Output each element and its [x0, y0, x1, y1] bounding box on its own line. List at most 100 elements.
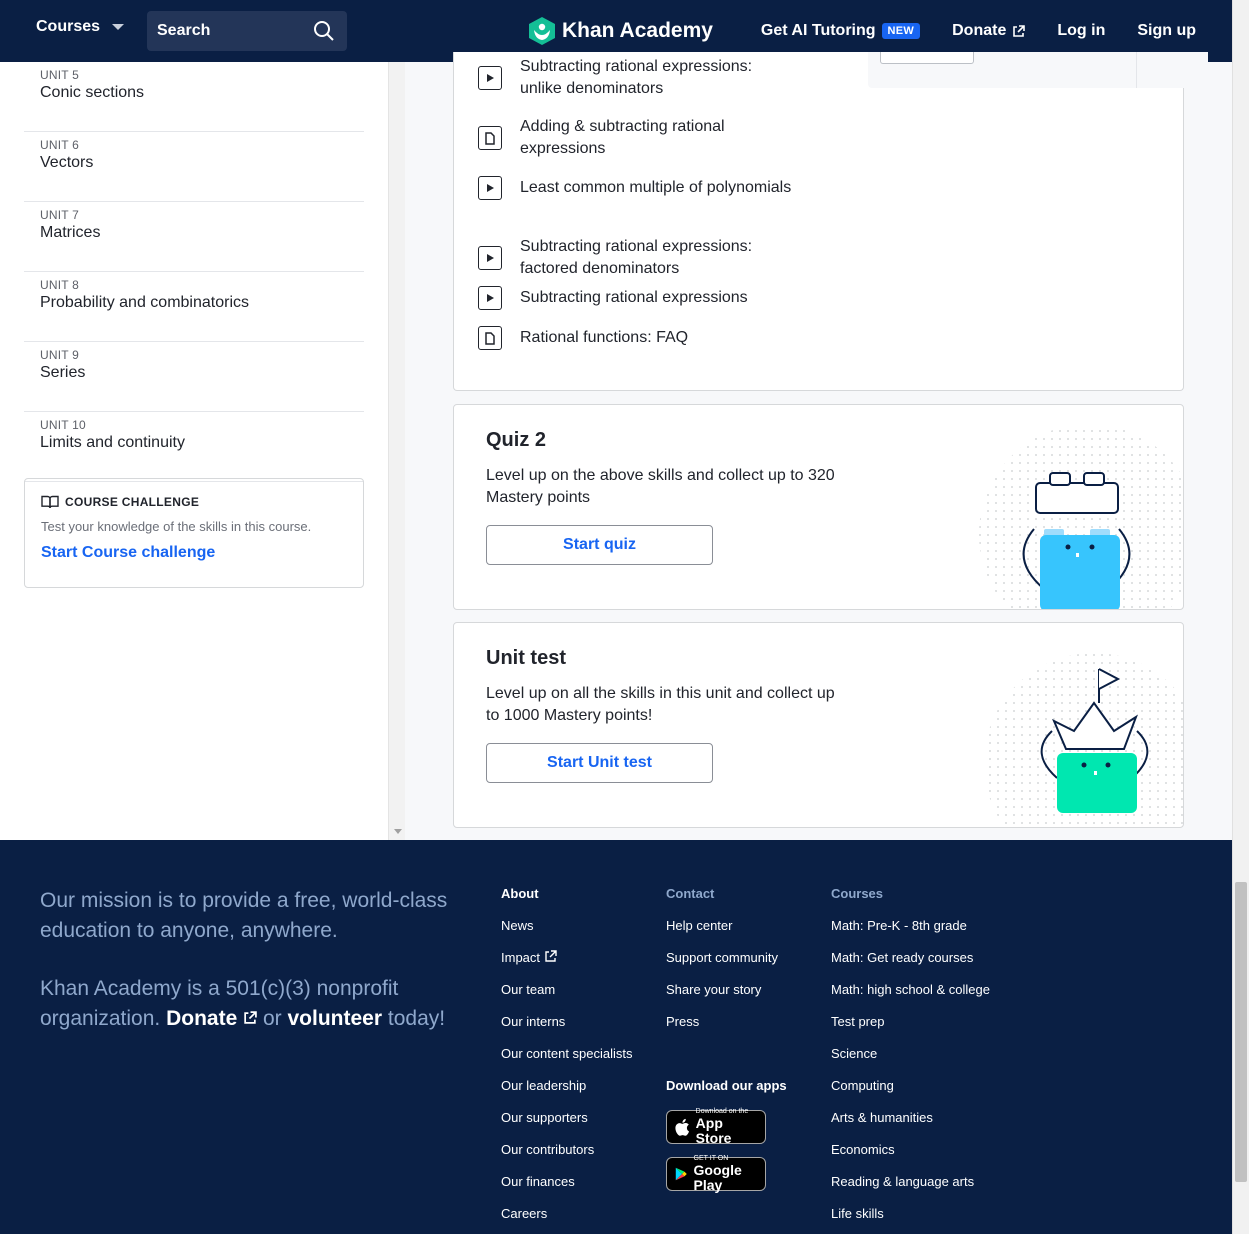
or-text: or — [262, 1007, 282, 1030]
lesson-item[interactable]: Rational functions: FAQ — [478, 326, 798, 350]
footer-donate-link[interactable]: Donate — [166, 1007, 263, 1030]
footer-link-support-community[interactable]: Support community — [666, 950, 787, 982]
ai-tutoring-link[interactable]: Get AI Tutoring NEW — [761, 22, 921, 40]
unit-label: UNIT 5 — [40, 68, 79, 82]
lesson-item[interactable]: Subtracting rational expressions — [478, 286, 798, 310]
unit-title: Matrices — [40, 224, 101, 241]
impact-text: Impact — [501, 950, 541, 965]
challenge-heading-text: COURSE CHALLENGE — [65, 495, 200, 509]
page-scrollbar[interactable] — [1232, 0, 1249, 1234]
page-scrollbar-thumb[interactable] — [1235, 882, 1247, 1182]
app-store-badge[interactable]: Download on the App Store — [666, 1108, 766, 1146]
footer-link-help-center[interactable]: Help center — [666, 918, 787, 950]
sidebar-scrollbar[interactable] — [388, 62, 405, 840]
sidebar-unit-10[interactable]: UNIT 10 Limits and continuity — [24, 412, 364, 482]
login-link[interactable]: Log in — [1057, 22, 1105, 40]
volunteer-link[interactable]: volunteer — [288, 1007, 383, 1030]
unit-label: UNIT 6 — [40, 138, 79, 152]
footer-link-science[interactable]: Science — [831, 1046, 990, 1078]
practice-button-partial[interactable] — [880, 52, 974, 64]
lesson-title: Rational functions: FAQ — [520, 329, 689, 346]
external-link-icon — [1013, 24, 1026, 37]
course-challenge-heading: COURSE CHALLENGE — [41, 495, 347, 509]
footer-link-content-specialists[interactable]: Our content specialists — [501, 1046, 633, 1078]
footer-link-contributors[interactable]: Our contributors — [501, 1142, 633, 1174]
app-store-big-text: App Store — [695, 1115, 732, 1146]
footer-link-press[interactable]: Press — [666, 1014, 787, 1046]
footer-link-news[interactable]: News — [501, 918, 633, 950]
footer-link-math-high-school[interactable]: Math: high school & college — [831, 982, 990, 1014]
sidebar-unit-8[interactable]: UNIT 8 Probability and combinatorics — [24, 272, 364, 342]
sidebar-unit-6[interactable]: UNIT 6 Vectors — [24, 132, 364, 202]
video-play-icon — [478, 66, 502, 90]
footer-link-computing[interactable]: Computing — [831, 1078, 990, 1110]
lesson-title: Least common multiple of polynomials — [520, 179, 792, 196]
courses-menu-button[interactable]: Courses — [36, 18, 125, 36]
unit-test-character-illustration — [984, 653, 1183, 827]
donate-label: Donate — [952, 22, 1007, 39]
external-link-icon — [244, 1011, 257, 1024]
lesson-title: Subtracting rational expressions: unlike… — [520, 58, 753, 97]
footer-link-share-story[interactable]: Share your story — [666, 982, 787, 1014]
video-play-icon — [478, 286, 502, 310]
quiz-character-illustration — [979, 429, 1183, 609]
scroll-down-arrow-icon[interactable] — [394, 829, 402, 834]
footer-contact-column: Contact Help center Support community Sh… — [666, 886, 787, 1204]
donate-text: Donate — [166, 1007, 238, 1030]
footer-link-our-team[interactable]: Our team — [501, 982, 633, 1014]
apple-icon — [675, 1118, 690, 1136]
unit-label: UNIT 9 — [40, 348, 79, 362]
khan-academy-logo[interactable]: Khan Academy — [528, 16, 713, 46]
lesson-title: Subtracting rational expressions: factor… — [520, 238, 753, 277]
footer-link-arts-humanities[interactable]: Arts & humanities — [831, 1110, 990, 1142]
footer-link-supporters[interactable]: Our supporters — [501, 1110, 633, 1142]
unit-test-description: Level up on all the skills in this unit … — [486, 685, 835, 724]
footer-about-column: About News Impact Our team Our interns O… — [501, 886, 633, 1234]
footer-link-our-interns[interactable]: Our interns — [501, 1014, 633, 1046]
footer-link-impact[interactable]: Impact — [501, 950, 633, 982]
new-badge: NEW — [881, 23, 921, 39]
footer-contact-heading: Contact — [666, 886, 715, 901]
lesson-item[interactable]: Least common multiple of polynomials — [478, 176, 798, 200]
unit-label: UNIT 8 — [40, 278, 79, 292]
sidebar-unit-7[interactable]: UNIT 7 Matrices — [24, 202, 364, 272]
unit-content: Subtracting rational expressions: unlike… — [405, 52, 1232, 840]
footer-link-economics[interactable]: Economics — [831, 1142, 990, 1174]
start-unit-test-button[interactable]: Start Unit test — [486, 743, 713, 783]
google-play-icon — [675, 1167, 687, 1181]
lesson-title: Subtracting rational expressions — [520, 289, 748, 306]
unit-title: Series — [40, 364, 86, 381]
search-icon[interactable] — [313, 20, 335, 42]
mission-statement: Our mission is to provide a free, world-… — [40, 889, 448, 942]
footer-link-reading-language[interactable]: Reading & language arts — [831, 1174, 990, 1206]
lesson-item[interactable]: Subtracting rational expressions: factor… — [478, 236, 798, 280]
footer-link-math-get-ready[interactable]: Math: Get ready courses — [831, 950, 990, 982]
quiz-description: Level up on the above skills and collect… — [486, 467, 835, 506]
start-quiz-button[interactable]: Start quiz — [486, 525, 713, 565]
sidebar-unit-5[interactable]: UNIT 5 Conic sections — [24, 62, 364, 132]
footer-link-life-skills[interactable]: Life skills — [831, 1206, 990, 1234]
challenge-description: Test your knowledge of the skills in thi… — [41, 519, 312, 534]
footer-link-careers[interactable]: Careers — [501, 1206, 633, 1234]
footer-link-math-prek-8[interactable]: Math: Pre-K - 8th grade — [831, 918, 990, 950]
footer-link-finances[interactable]: Our finances — [501, 1174, 633, 1206]
lesson-item[interactable]: Adding & subtracting rational expression… — [478, 116, 798, 160]
google-play-badge[interactable]: GET IT ON Google Play — [666, 1155, 766, 1193]
course-challenge-card: COURSE CHALLENGE Test your knowledge of … — [24, 478, 364, 588]
footer-link-leadership[interactable]: Our leadership — [501, 1078, 633, 1110]
footer-link-test-prep[interactable]: Test prep — [831, 1014, 990, 1046]
search-input[interactable] — [157, 22, 307, 40]
donate-link[interactable]: Donate — [952, 22, 1026, 40]
lesson-item[interactable]: Subtracting rational expressions: unlike… — [478, 56, 798, 100]
nonprofit-statement: Khan Academy is a 501(c)(3) nonprofit or… — [40, 974, 460, 1034]
signup-link[interactable]: Sign up — [1137, 22, 1196, 40]
lesson-title: Adding & subtracting rational expression… — [520, 118, 725, 157]
search-box — [147, 11, 347, 51]
sidebar-unit-9[interactable]: UNIT 9 Series — [24, 342, 364, 412]
video-play-icon — [478, 176, 502, 200]
unit-label: UNIT 10 — [40, 418, 86, 432]
download-apps-heading: Download our apps — [666, 1078, 787, 1093]
start-course-challenge-link[interactable]: Start Course challenge — [41, 544, 347, 562]
book-icon — [41, 495, 59, 509]
